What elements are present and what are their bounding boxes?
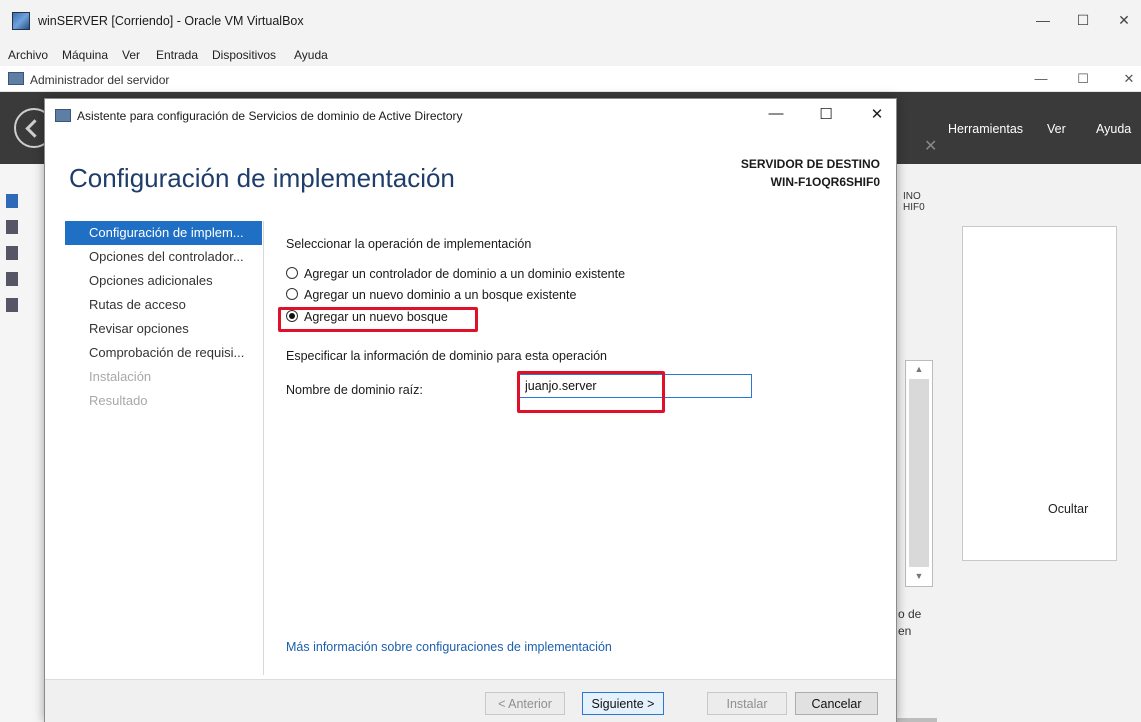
vbox-window-title: winSERVER [Corriendo] - Oracle VM Virtua… <box>38 14 304 28</box>
sm-menu-herramientas[interactable]: Herramientas <box>948 122 1023 136</box>
sm-partial-text: o de en <box>898 606 921 640</box>
install-button[interactable]: Instalar <box>707 692 787 715</box>
menu-ayuda[interactable]: Ayuda <box>294 48 328 62</box>
scroll-down-icon[interactable]: ▼ <box>906 571 932 581</box>
vbox-titlebar: winSERVER [Corriendo] - Oracle VM Virtua… <box>0 0 1141 44</box>
step-prerequisites-check[interactable]: Comprobación de requisi... <box>65 341 262 365</box>
previous-button[interactable]: < Anterior <box>485 692 565 715</box>
virtualbox-app-icon <box>12 12 30 30</box>
menu-ver[interactable]: Ver <box>122 48 140 62</box>
root-domain-input[interactable] <box>519 374 752 398</box>
vbox-close-button[interactable]: ✕ <box>1113 12 1135 29</box>
sm-close-button[interactable]: ✕ <box>1118 71 1140 87</box>
step-results: Resultado <box>89 393 148 408</box>
wizard-title: Asistente para configuración de Servicio… <box>77 109 463 123</box>
step-additional-options[interactable]: Opciones adicionales <box>65 269 262 293</box>
adds-configuration-wizard: Asistente para configuración de Servicio… <box>44 98 897 722</box>
option-add-domain-existing-forest[interactable]: Agregar un nuevo dominio a un bosque exi… <box>286 288 576 302</box>
scroll-up-icon[interactable]: ▲ <box>906 364 932 374</box>
vbox-menubar: Archivo Máquina Ver Entrada Dispositivos… <box>0 44 1141 66</box>
scrollbar-thumb[interactable] <box>909 379 929 567</box>
server-manager-titlebar: Administrador del servidor — ☐ ✕ <box>0 66 1141 92</box>
server-manager-panel: Ocultar <box>962 226 1117 561</box>
wizard-footer: < Anterior Siguiente > Instalar Cancelar <box>45 679 896 722</box>
step-review-options[interactable]: Revisar opciones <box>65 317 262 341</box>
operation-label: Seleccionar la operación de implementaci… <box>286 237 532 251</box>
server-manager-sidebar <box>0 164 44 722</box>
option-add-dc-existing-domain[interactable]: Agregar un controlador de dominio a un d… <box>286 267 625 281</box>
menu-maquina[interactable]: Máquina <box>62 48 108 62</box>
option-label: Agregar un controlador de dominio a un d… <box>304 267 626 281</box>
wizard-steps-nav: Configuración de implem... Opciones del … <box>65 221 262 413</box>
destination-server-label: SERVIDOR DE DESTINO <box>740 157 880 171</box>
nav-divider <box>263 221 264 675</box>
more-info-link[interactable]: Más información sobre configuraciones de… <box>286 640 612 654</box>
next-button[interactable]: Siguiente > <box>582 692 664 715</box>
domain-info-label: Especificar la información de dominio pa… <box>286 349 608 363</box>
server-manager-icon <box>8 72 24 85</box>
step-dc-options[interactable]: Opciones del controlador... <box>65 245 262 269</box>
sm-partial-dest-line1: INO <box>903 191 921 202</box>
step-installation: Instalación <box>89 369 152 384</box>
dashboard-icon[interactable] <box>6 194 18 208</box>
sm-partial-text-line2: en <box>898 624 912 638</box>
menu-dispositivos[interactable]: Dispositivos <box>212 48 276 62</box>
hide-button[interactable]: Ocultar <box>1048 502 1088 516</box>
step-paths[interactable]: Rutas de acceso <box>65 293 262 317</box>
vbox-maximize-button[interactable]: ☐ <box>1072 12 1094 29</box>
option-label: Agregar un nuevo dominio a un bosque exi… <box>304 288 577 302</box>
destination-server-name: WIN-F1OQR6SHIF0 <box>770 175 880 189</box>
sm-minimize-button[interactable]: — <box>1030 71 1052 86</box>
sm-menu-ayuda[interactable]: Ayuda <box>1096 122 1131 136</box>
roles-icon[interactable] <box>6 298 18 312</box>
sm-scrollbar[interactable]: ▲ ▼ <box>905 360 933 587</box>
wizard-app-icon <box>55 109 71 122</box>
menu-archivo[interactable]: Archivo <box>8 48 48 62</box>
page-title: Configuración de implementación <box>69 163 455 193</box>
sm-menu-ver[interactable]: Ver <box>1047 122 1066 136</box>
sm-restore-button[interactable]: ☐ <box>1072 71 1094 87</box>
menu-entrada[interactable]: Entrada <box>156 48 198 62</box>
radio-checked-icon[interactable] <box>286 310 298 322</box>
wizard-close-button[interactable]: ✕ <box>866 105 888 123</box>
server-manager-title: Administrador del servidor <box>30 73 170 87</box>
wizard-titlebar: Asistente para configuración de Servicio… <box>45 99 896 131</box>
all-servers-icon[interactable] <box>6 246 18 260</box>
sm-bottom-divider <box>897 718 937 722</box>
option-label: Agregar un nuevo bosque <box>304 310 448 324</box>
sm-partial-text-line1: o de <box>898 607 922 621</box>
step-deployment-configuration[interactable]: Configuración de implem... <box>65 221 262 245</box>
wizard-minimize-button[interactable]: — <box>765 105 787 122</box>
vbox-minimize-button[interactable]: — <box>1032 12 1054 28</box>
wizard-maximize-button[interactable]: ☐ <box>815 105 837 123</box>
option-add-new-forest[interactable]: Agregar un nuevo bosque <box>286 310 448 324</box>
file-services-icon[interactable] <box>6 272 18 286</box>
radio-unchecked-icon[interactable] <box>286 288 298 300</box>
cancel-button[interactable]: Cancelar <box>795 692 878 715</box>
local-server-icon[interactable] <box>6 220 18 234</box>
root-domain-label: Nombre de dominio raíz: <box>286 383 423 397</box>
radio-unchecked-icon[interactable] <box>286 267 298 279</box>
close-icon[interactable]: ✕ <box>924 136 937 156</box>
sm-partial-dest-line2: HIF0 <box>903 202 925 213</box>
sm-partial-destination: INO HIF0 <box>903 191 925 213</box>
